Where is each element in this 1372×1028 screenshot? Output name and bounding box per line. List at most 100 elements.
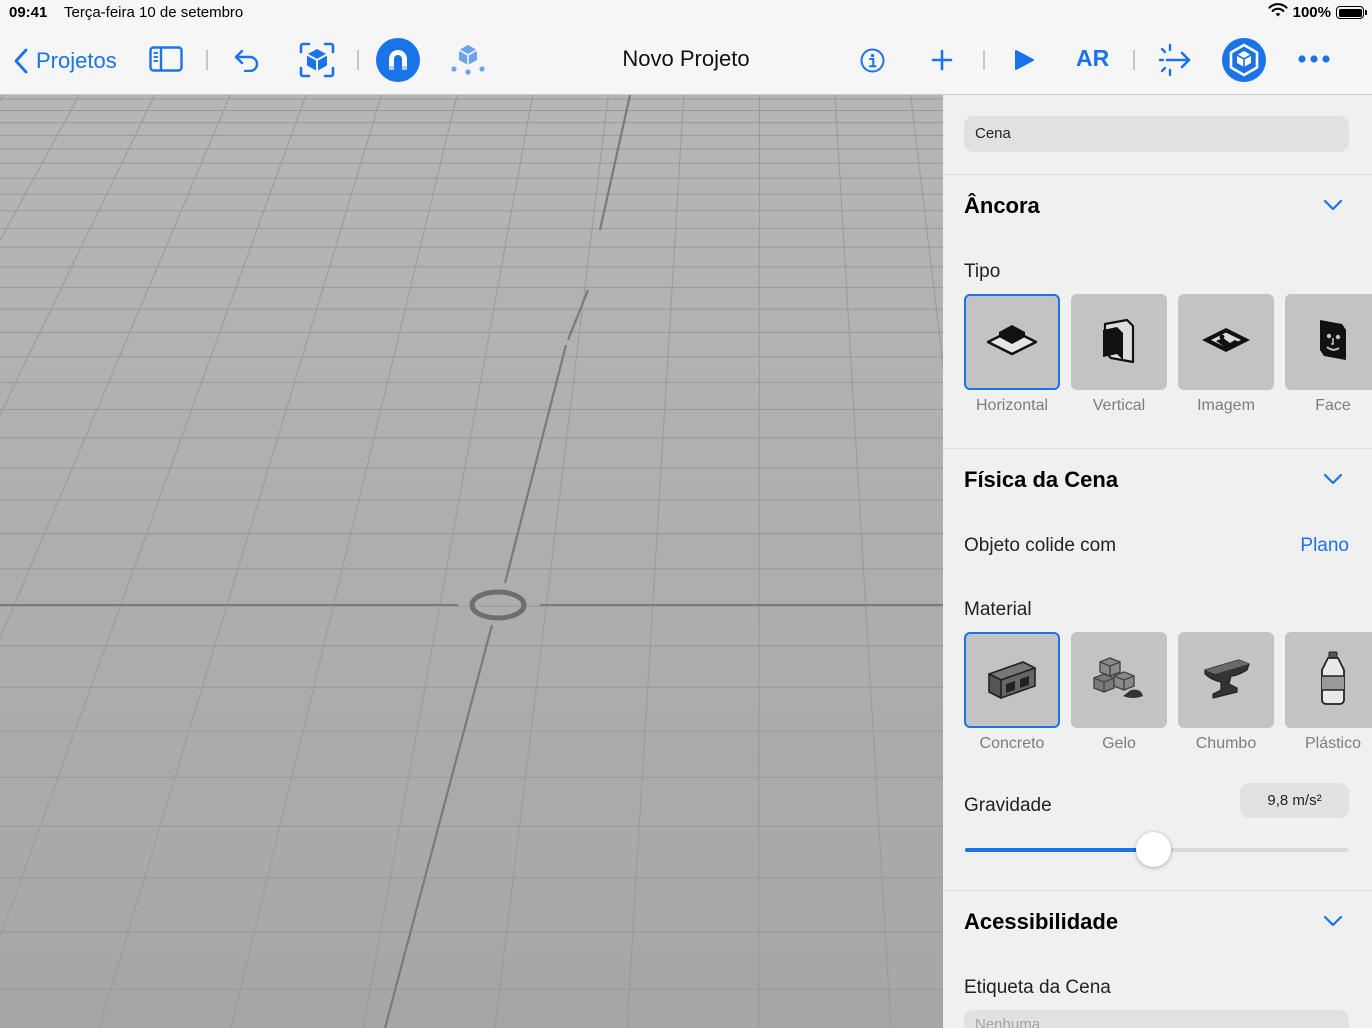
anchor-type-label-horizontal: Horizontal [975,397,1049,414]
scene-settings-icon [1222,38,1266,82]
face-anchor-icon [1316,316,1350,369]
undo-icon [234,48,260,72]
section-divider [943,174,1372,175]
material-label-concrete: Concreto [979,735,1045,752]
anchor-section-title: Âncora [964,193,1040,218]
inspector-panel: Cena Âncora Tipo Horizontal Vertical Ima… [943,95,1372,1028]
collides-with-label: Objeto colide com [964,535,1117,556]
anchor-collapse-button[interactable] [1323,195,1343,220]
scene-settings-button[interactable] [1222,38,1266,82]
lead-anvil-icon [1199,654,1253,707]
image-anchor-icon [1199,322,1253,363]
info-icon [860,48,885,73]
anchor-type-tile[interactable] [1285,294,1372,390]
gravity-value-field[interactable]: 9,8 m/s² [1240,783,1349,818]
snap-button[interactable] [376,38,420,82]
wifi-icon [1268,3,1288,22]
physics-section-title: Física da Cena [964,467,1119,492]
snap-magnet-icon [376,38,420,82]
chevron-left-icon [14,48,28,74]
concrete-block-icon [985,654,1039,707]
toolbar-separator [983,50,985,70]
material-concrete[interactable]: Concreto [964,632,1060,753]
scene-viewport[interactable] [0,95,943,1028]
anchor-type-tile[interactable] [1178,294,1274,390]
ar-label: AR [1076,45,1110,71]
plastic-bottle-icon [1318,650,1348,711]
undo-button[interactable] [234,48,260,72]
scene-tag-field[interactable]: Nenhuma [964,1010,1349,1028]
chevron-down-icon [1323,473,1343,493]
battery-percent: 100% [1292,4,1331,21]
accessibility-collapse-button[interactable] [1323,911,1343,936]
object-capture-button[interactable] [299,42,335,78]
section-divider [943,890,1372,891]
material-label-ice: Gelo [1102,735,1136,752]
scene-name-field[interactable]: Cena [964,116,1349,152]
play-icon [1014,49,1034,71]
status-bar: 09:41 Terça-feira 10 de setembro 100% [0,0,1372,26]
chevron-down-icon [1323,915,1343,935]
anchor-type-label-vertical: Vertical [1092,397,1146,414]
scene-axes [0,95,943,1028]
gravity-slider[interactable] [965,832,1348,867]
scene-tag-label: Etiqueta da Cena [964,977,1111,998]
anchor-type-vertical[interactable]: Vertical [1071,294,1167,415]
material-label: Material [964,599,1032,620]
material-plastic[interactable]: Plástico [1285,632,1372,753]
plus-icon [931,49,953,71]
more-icon [1297,54,1331,64]
anchor-type-face[interactable]: Face [1285,294,1372,415]
add-anchor-icon [450,43,486,75]
accessibility-section-title: Acessibilidade [964,909,1119,934]
add-anchor-button[interactable] [450,43,486,75]
toolbar-separator [206,50,208,70]
material-ice[interactable]: Gelo [1071,632,1167,753]
ice-cubes-icon [1093,654,1145,707]
material-tile[interactable] [1285,632,1372,728]
material-selector: Concreto Gelo Chumbo Plástico [964,632,1372,753]
collides-with-value[interactable]: Plano [1300,535,1349,557]
toolbar-separator [357,50,359,70]
gravity-label: Gravidade [964,795,1052,816]
back-button[interactable]: Projetos [14,45,117,77]
play-button[interactable] [1014,49,1034,71]
ar-button[interactable]: AR [1076,45,1109,72]
status-date: Terça-feira 10 de setembro [64,4,244,21]
material-label-lead: Chumbo [1195,735,1257,752]
horizontal-plane-icon [985,318,1039,367]
anchor-type-tile[interactable] [964,294,1060,390]
back-label: Projetos [36,48,117,73]
anchor-type-tile[interactable] [1071,294,1167,390]
material-tile[interactable] [964,632,1060,728]
material-label-plastic: Plástico [1304,735,1362,752]
gravity-slider-fill [965,848,1153,852]
toolbar-separator [1133,50,1135,70]
transform-arrow-icon [1157,43,1193,77]
anchor-type-label-face: Face [1315,397,1351,414]
anchor-type-label: Tipo [964,261,1001,282]
physics-collapse-button[interactable] [1323,469,1343,494]
material-lead[interactable]: Chumbo [1178,632,1274,753]
chevron-down-icon [1323,199,1343,219]
info-button[interactable] [860,48,885,73]
gravity-slider-thumb[interactable] [1135,832,1171,867]
anchor-origin-marker [469,589,527,621]
transform-button[interactable] [1157,43,1193,77]
add-button[interactable] [931,49,953,71]
anchor-type-selector: Horizontal Vertical Imagem Face [964,294,1372,415]
sidebar-toggle-button[interactable] [149,46,183,72]
sidebar-icon [149,46,183,72]
more-button[interactable] [1297,54,1331,64]
section-divider [943,448,1372,449]
anchor-type-horizontal[interactable]: Horizontal [964,294,1060,415]
status-indicators: 100% [1268,3,1367,22]
status-time: 09:41 [9,4,48,21]
toolbar: Projetos Novo Projeto AR [0,26,1372,95]
material-tile[interactable] [1178,632,1274,728]
vertical-plane-icon [1099,316,1139,369]
battery-icon [1336,6,1367,19]
anchor-type-label-image: Imagem [1197,397,1255,414]
material-tile[interactable] [1071,632,1167,728]
anchor-type-image[interactable]: Imagem [1178,294,1274,415]
